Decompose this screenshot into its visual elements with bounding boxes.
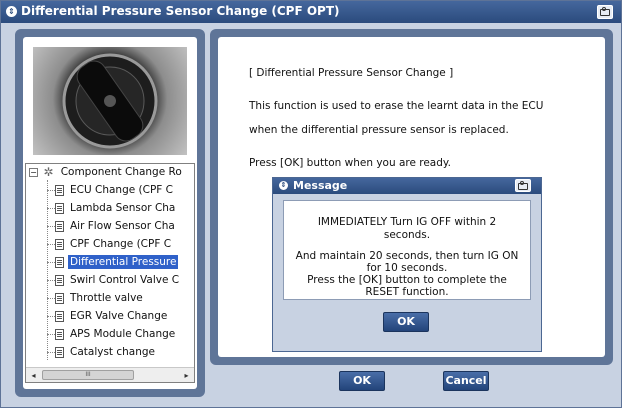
ignition-key-photo xyxy=(33,47,187,155)
tree-root[interactable]: − ✲ Component Change Ro xyxy=(29,166,182,184)
instruction-line-1: This function is used to erase the learn… xyxy=(249,100,544,112)
document-icon xyxy=(55,238,64,250)
tree-item-differential-pressure[interactable]: Differential Pressure xyxy=(47,255,179,274)
document-icon xyxy=(55,292,64,304)
circle-arrow-icon: ⇕ xyxy=(6,6,17,17)
document-icon xyxy=(55,220,64,232)
dialog-title: Message xyxy=(293,179,348,192)
main-window: ⇕ Differential Pressure Sensor Change (C… xyxy=(0,0,622,408)
window-title: Differential Pressure Sensor Change (CPF… xyxy=(21,4,340,18)
ignition-key-graphic xyxy=(62,53,158,149)
scroll-right-icon[interactable]: ▸ xyxy=(181,370,192,381)
document-icon xyxy=(55,346,64,358)
dialog-line-2: seconds. xyxy=(383,229,431,241)
tree-item-aps-module[interactable]: APS Module Change xyxy=(47,328,177,346)
document-icon xyxy=(55,184,64,196)
tree-item-swirl-control-valve[interactable]: Swirl Control Valve C xyxy=(47,274,181,292)
document-icon xyxy=(55,256,64,268)
horizontal-scrollbar[interactable]: ◂ III ▸ xyxy=(26,367,194,382)
scroll-left-icon[interactable]: ◂ xyxy=(28,370,39,381)
document-icon xyxy=(55,310,64,322)
gear-icon: ✲ xyxy=(43,165,54,179)
scroll-thumb[interactable]: III xyxy=(42,370,134,380)
left-panel: − ✲ Component Change Ro ECU Change (CPF … xyxy=(15,29,205,397)
instruction-line-2: when the differential pressure sensor is… xyxy=(249,124,509,136)
document-icon xyxy=(55,202,64,214)
circle-arrow-icon: ⇕ xyxy=(279,181,288,190)
collapse-icon[interactable]: − xyxy=(29,167,38,177)
tree-root-label: Component Change Ro xyxy=(60,166,182,178)
cancel-button[interactable]: Cancel xyxy=(443,371,489,391)
tree-item-air-flow-sensor[interactable]: Air Flow Sensor Cha xyxy=(47,220,177,238)
tree-item-catalyst-change[interactable]: Catalyst change xyxy=(47,346,157,364)
left-panel-inner: − ✲ Component Change Ro ECU Change (CPF … xyxy=(23,37,197,389)
tree-item-egr-valve[interactable]: EGR Valve Change xyxy=(47,310,169,328)
ok-button[interactable]: OK xyxy=(339,371,385,391)
dialog-title-bar: ⇕ Message xyxy=(273,178,541,194)
dialog-line-3: And maintain 20 seconds, then turn IG ON xyxy=(295,250,519,262)
dialog-message-box: IMMEDIATELY Turn IG OFF within 2 seconds… xyxy=(283,200,531,300)
camera-icon[interactable] xyxy=(515,179,531,192)
dialog-line-4: for 10 seconds. xyxy=(366,262,448,274)
title-bar: ⇕ Differential Pressure Sensor Change (C… xyxy=(1,1,621,23)
dialog-line-1: IMMEDIATELY Turn IG OFF within 2 xyxy=(317,216,497,228)
dialog-line-6: RESET function. xyxy=(365,286,449,298)
instruction-heading: [ Differential Pressure Sensor Change ] xyxy=(249,67,454,79)
dialog-line-5: Press the [OK] button to complete the xyxy=(307,274,507,286)
dialog-ok-button[interactable]: OK xyxy=(383,312,429,332)
document-icon xyxy=(55,328,64,340)
tree-item-throttle-valve[interactable]: Throttle valve xyxy=(47,292,145,310)
tree-item-cpf-change[interactable]: CPF Change (CPF C xyxy=(47,238,173,256)
document-icon xyxy=(55,274,64,286)
component-tree: − ✲ Component Change Ro ECU Change (CPF … xyxy=(25,163,195,383)
instruction-line-3: Press [OK] button when you are ready. xyxy=(249,157,451,169)
tree-item-ecu-change[interactable]: ECU Change (CPF C xyxy=(47,184,175,202)
camera-icon[interactable] xyxy=(597,5,613,19)
message-dialog: ⇕ Message IMMEDIATELY Turn IG OFF within… xyxy=(272,177,542,352)
tree-item-lambda-sensor[interactable]: Lambda Sensor Cha xyxy=(47,202,177,220)
